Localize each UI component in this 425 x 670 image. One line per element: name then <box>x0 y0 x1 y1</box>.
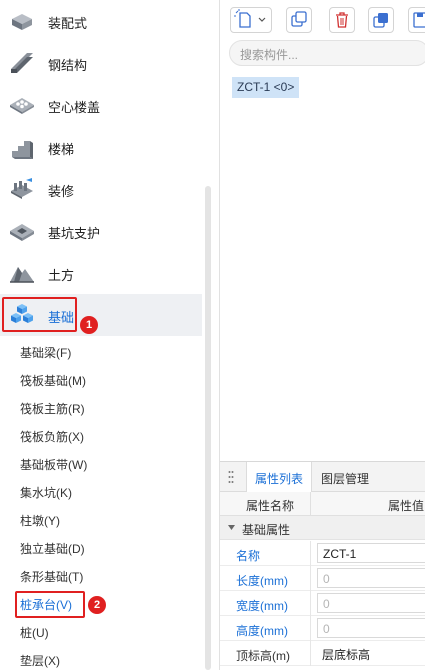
header-property-name: 属性名称 <box>246 499 295 513</box>
property-row-name: 名称 ZCT-1 <box>220 541 425 566</box>
property-row-top-elevation: 顶标高(m) 层底标高 <box>220 641 425 666</box>
layer-copy-icon <box>373 13 388 28</box>
category-label: 土方 <box>48 268 75 283</box>
highlight-box-pile-cap <box>15 591 85 618</box>
component-list-item[interactable]: ZCT-1 <0> <box>232 77 300 98</box>
subitem-foundation-beam[interactable]: 基础梁(F) <box>20 344 71 361</box>
category-label: 装修 <box>48 184 75 199</box>
properties-table-header: 属性名称 属性值 <box>220 492 425 516</box>
property-key: 顶标高(m) <box>236 649 290 663</box>
layer-copy-button[interactable] <box>368 7 394 33</box>
trash-icon <box>336 12 348 28</box>
category-label: 空心楼盖 <box>48 100 101 115</box>
category-hollow-slab[interactable]: 空心楼盖 <box>0 84 202 126</box>
properties-panel: 属性列表 图层管理 属性名称 属性值 基础属性 名称 ZCT-1 长度(mm) … <box>220 461 425 670</box>
category-stairs[interactable]: 楼梯 <box>0 126 202 168</box>
subitem-pile[interactable]: 桩(U) <box>20 624 49 641</box>
category-decoration[interactable]: 装修 <box>0 168 202 210</box>
prefab-icon <box>12 14 32 30</box>
tab-property-list[interactable]: 属性列表 <box>246 462 312 492</box>
category-label: 楼梯 <box>48 142 75 157</box>
collapse-triangle-icon[interactable] <box>228 525 235 531</box>
property-value-width-input[interactable]: 0 <box>317 593 425 613</box>
earthwork-icon <box>10 267 34 283</box>
subitem-raft-foundation[interactable]: 筏板基础(M) <box>20 372 86 389</box>
property-row-length: 长度(mm) 0 <box>220 566 425 591</box>
category-label: 装配式 <box>48 16 88 31</box>
subitem-isolated-footing[interactable]: 独立基础(D) <box>20 540 85 557</box>
category-label: 基坑支护 <box>48 226 101 241</box>
step-badge-1: 1 <box>80 316 98 334</box>
category-earthwork[interactable]: 土方 <box>0 252 202 294</box>
save-icon <box>413 12 425 28</box>
new-file-icon <box>234 9 266 28</box>
property-value-length-input[interactable]: 0 <box>317 568 425 588</box>
subitem-raft-main-rebar[interactable]: 筏板主筋(R) <box>20 400 85 417</box>
search-input[interactable]: 搜索构件... <box>229 40 425 66</box>
property-row-width: 宽度(mm) 0 <box>220 591 425 616</box>
property-group-basic[interactable]: 基础属性 <box>220 516 425 540</box>
property-key: 高度(mm) <box>236 624 288 638</box>
pit-support-icon <box>10 224 34 241</box>
category-prefab[interactable]: 装配式 <box>0 0 202 42</box>
save-template-button[interactable] <box>408 7 425 33</box>
property-key: 宽度(mm) <box>236 599 288 613</box>
subitem-cushion[interactable]: 垫层(X) <box>20 652 60 669</box>
property-value-top-elevation[interactable]: 层底标高 <box>317 643 425 663</box>
component-panel: 搜索构件... ZCT-1 <0> 属性列表 图层管理 属性名称 属性值 基础属… <box>219 0 425 670</box>
property-row-height: 高度(mm) 0 <box>220 616 425 641</box>
highlight-box-foundation <box>2 297 77 332</box>
header-property-value: 属性值 <box>388 499 425 513</box>
property-key: 名称 <box>236 549 261 563</box>
category-label: 钢结构 <box>48 58 88 73</box>
category-pit-support[interactable]: 基坑支护 <box>0 210 202 252</box>
category-panel: 装配式 钢结构 空心楼盖 楼梯 装修 基坑支护 土方 基础 1 基础梁(F) 筏… <box>0 0 212 670</box>
subitem-raft-negative-rebar[interactable]: 筏板负筋(X) <box>20 428 84 445</box>
delete-component-button[interactable] <box>329 7 355 33</box>
tab-layer-management[interactable]: 图层管理 <box>321 462 369 492</box>
property-value-height-input[interactable]: 0 <box>317 618 425 638</box>
copy-icon <box>291 11 307 27</box>
subitem-sump-pit[interactable]: 集水坑(K) <box>20 484 72 501</box>
decoration-icon <box>11 178 33 199</box>
left-scrollbar[interactable] <box>205 186 211 670</box>
subitem-foundation-strip[interactable]: 基础板带(W) <box>20 456 87 473</box>
hollow-slab-icon <box>10 98 34 114</box>
copy-component-button[interactable] <box>286 7 312 33</box>
property-group-label: 基础属性 <box>242 523 291 537</box>
property-key: 长度(mm) <box>236 574 288 588</box>
stairs-icon <box>12 141 33 159</box>
properties-tab-bar: 属性列表 图层管理 <box>220 462 425 492</box>
subitem-column-pier[interactable]: 柱墩(Y) <box>20 512 60 529</box>
new-component-button[interactable] <box>230 7 272 33</box>
steel-beam-icon <box>11 53 33 73</box>
subitem-strip-footing[interactable]: 条形基础(T) <box>20 568 83 585</box>
category-steel[interactable]: 钢结构 <box>0 42 202 84</box>
drag-handle-icon[interactable] <box>228 470 234 484</box>
step-badge-2: 2 <box>88 596 106 614</box>
property-value-name-input[interactable]: ZCT-1 <box>317 543 425 563</box>
